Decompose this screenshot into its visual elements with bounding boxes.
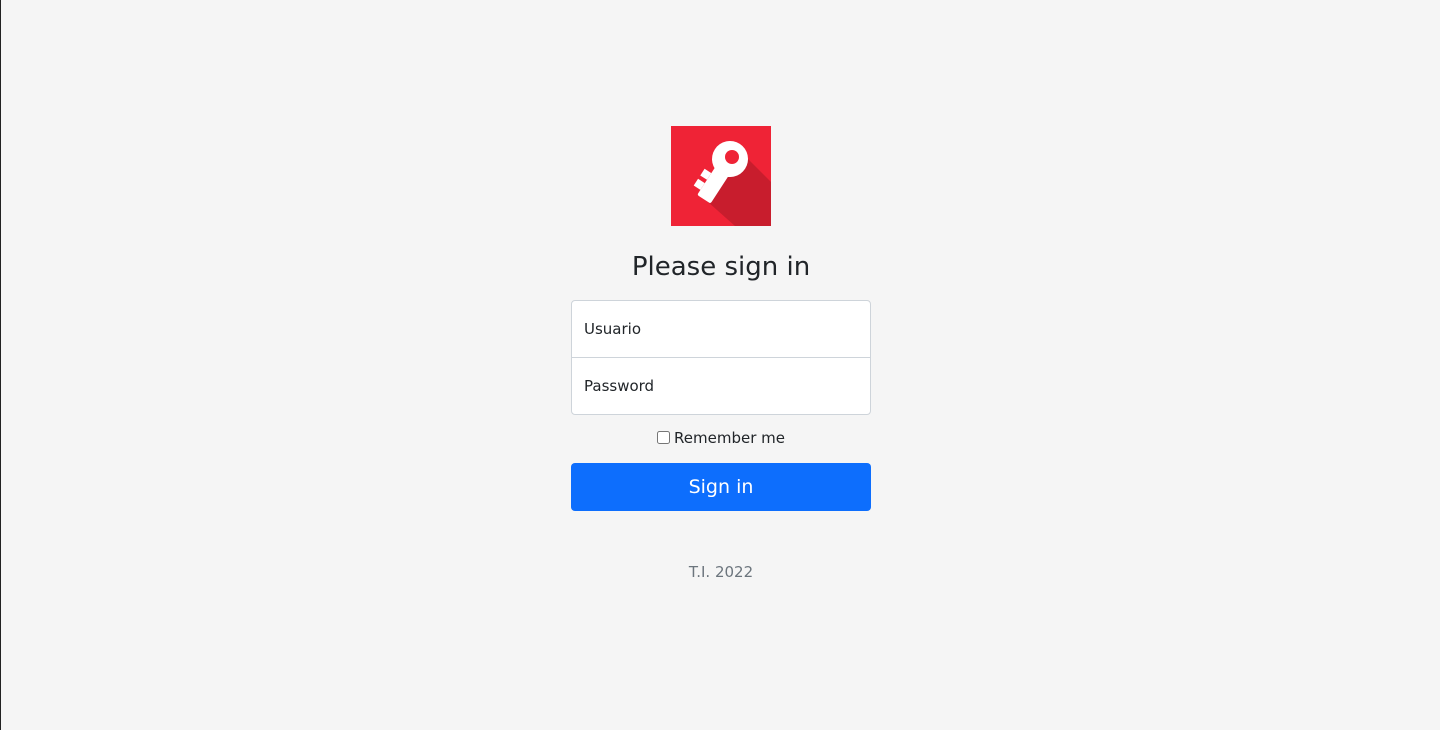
footer-text: T.I. 2022 bbox=[688, 563, 754, 581]
page-title: Please sign in bbox=[631, 252, 811, 282]
key-icon bbox=[671, 126, 771, 226]
password-field[interactable] bbox=[571, 357, 871, 415]
credentials-group bbox=[571, 300, 871, 415]
signin-form: Please sign in Remember me Sign in T.I. … bbox=[571, 126, 871, 596]
remember-me[interactable]: Remember me bbox=[571, 428, 871, 448]
username-field[interactable] bbox=[571, 300, 871, 358]
sign-in-button[interactable]: Sign in bbox=[571, 463, 871, 511]
remember-me-checkbox[interactable] bbox=[657, 430, 671, 444]
remember-me-label: Remember me bbox=[674, 429, 785, 447]
